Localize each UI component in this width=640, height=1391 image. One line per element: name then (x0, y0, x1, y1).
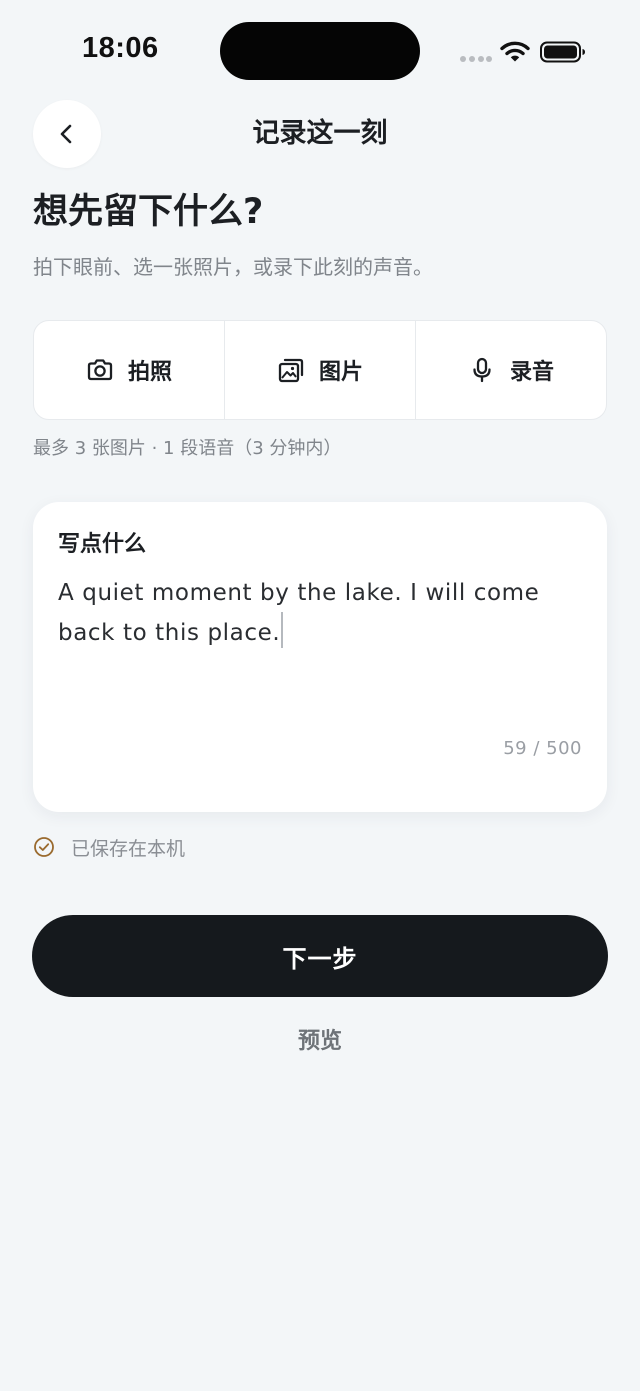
next-step-button[interactable]: 下一步 (32, 915, 608, 997)
character-count: 59 / 500 (503, 738, 582, 759)
headline: 想先留下什么? (33, 192, 264, 232)
camera-icon (87, 359, 113, 381)
preview-button[interactable]: 预览 (0, 1024, 640, 1060)
take-photo-button[interactable]: 拍照 (34, 321, 224, 419)
battery-icon (540, 41, 585, 63)
microphone-icon (473, 357, 491, 383)
page-title: 记录这一刻 (252, 118, 388, 149)
take-photo-label: 拍照 (127, 360, 172, 385)
dynamic-island (220, 22, 420, 80)
saved-status: 已保存在本机 (33, 832, 185, 862)
capture-options: 拍照 图片 录音 (33, 320, 607, 420)
record-audio-button[interactable]: 录音 (415, 321, 606, 419)
image-icon (278, 358, 304, 383)
check-circle-icon (34, 837, 54, 857)
cellular-signal-icon (460, 56, 492, 62)
text-entry-card: 写点什么 A quiet moment by the lake. I will … (33, 502, 607, 812)
subheadline: 拍下眼前、选一张照片，或录下此刻的声音。 (33, 255, 433, 279)
text-entry-label: 写点什么 (58, 532, 147, 557)
text-entry-input[interactable]: A quiet moment by the lake. I will come … (58, 574, 583, 714)
wifi-icon (500, 41, 530, 62)
choose-image-label: 图片 (318, 360, 363, 385)
text-caret (281, 612, 284, 648)
record-audio-label: 录音 (509, 360, 554, 385)
text-entry-value: A quiet moment by the lake. I will come … (58, 580, 540, 646)
saved-status-text: 已保存在本机 (71, 837, 186, 860)
limits-note: 最多 3 张图片 · 1 段语音（3 分钟内） (33, 438, 342, 459)
status-time: 18:06 (82, 32, 159, 64)
choose-image-button[interactable]: 图片 (224, 321, 415, 419)
